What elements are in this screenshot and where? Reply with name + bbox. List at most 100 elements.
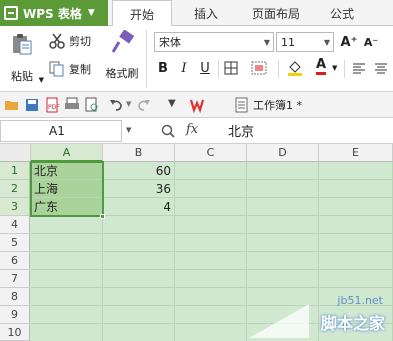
empty-cell[interactable] <box>247 216 319 234</box>
empty-cell[interactable] <box>103 288 175 306</box>
select-all-corner[interactable] <box>0 144 31 162</box>
grow-font-button[interactable]: A⁺ <box>340 32 358 52</box>
empty-cell[interactable] <box>319 162 393 180</box>
column-header-e[interactable]: E <box>319 144 393 162</box>
chevron-down-icon[interactable]: ▼ <box>126 126 131 134</box>
copy-button[interactable]: 复制 <box>48 60 91 78</box>
redo-icon[interactable] <box>136 97 152 113</box>
align-center-button[interactable] <box>372 58 390 78</box>
cell-b3[interactable]: 4 <box>103 198 175 216</box>
underline-button[interactable]: U <box>196 58 214 78</box>
save-icon[interactable] <box>24 97 40 113</box>
empty-cell[interactable] <box>31 216 103 234</box>
chevron-down-icon[interactable]: ▼ <box>332 64 337 72</box>
column-header-b[interactable]: B <box>103 144 175 162</box>
merge-cells-button[interactable] <box>250 58 268 78</box>
empty-cell[interactable] <box>175 252 247 270</box>
font-color-button[interactable]: A <box>312 56 330 76</box>
open-folder-icon[interactable] <box>4 97 20 113</box>
row-header-10[interactable]: 10 <box>0 324 30 341</box>
empty-cell[interactable] <box>103 216 175 234</box>
tab-formulas[interactable]: 公式 <box>318 0 366 26</box>
spreadsheet-grid[interactable]: A B C D E 1 2 3 4 5 6 7 8 9 10 北京 上海 广东 … <box>0 144 393 341</box>
wps-app-menu-button[interactable]: WPS 表格 ▼ <box>0 0 108 26</box>
empty-cell[interactable] <box>175 324 247 341</box>
cell-a1[interactable]: 北京 <box>31 162 103 180</box>
empty-cell[interactable] <box>175 270 247 288</box>
empty-cell[interactable] <box>31 306 103 324</box>
empty-cell[interactable] <box>247 252 319 270</box>
font-name-select[interactable]: 宋体 ▼ <box>154 32 274 52</box>
empty-cell[interactable] <box>175 162 247 180</box>
document-tab[interactable]: 工作簿1 * <box>235 95 302 115</box>
empty-cell[interactable] <box>103 270 175 288</box>
zoom-icon[interactable] <box>160 123 176 139</box>
qat-customize-icon[interactable]: ▼ <box>168 98 176 109</box>
undo-icon[interactable] <box>108 97 124 113</box>
column-header-d[interactable]: D <box>247 144 319 162</box>
column-header-c[interactable]: C <box>175 144 247 162</box>
paste-dropdown-icon[interactable]: ▼ <box>39 76 44 84</box>
row-header-5[interactable]: 5 <box>0 234 30 252</box>
cell-b2[interactable]: 36 <box>103 180 175 198</box>
empty-cell[interactable] <box>319 270 393 288</box>
export-pdf-icon[interactable]: PDF <box>44 97 60 113</box>
chevron-down-icon[interactable]: ▼ <box>126 100 131 108</box>
print-icon[interactable] <box>64 97 80 113</box>
italic-button[interactable]: I <box>175 58 193 78</box>
row-header-9[interactable]: 9 <box>0 306 30 324</box>
formula-input[interactable]: 北京 <box>228 121 254 140</box>
empty-cell[interactable] <box>247 162 319 180</box>
cell-a3[interactable]: 广东 <box>31 198 103 216</box>
empty-cell[interactable] <box>103 234 175 252</box>
align-left-button[interactable] <box>350 58 368 78</box>
paste-button[interactable]: 粘贴 ▼ <box>4 32 44 84</box>
empty-cell[interactable] <box>175 198 247 216</box>
format-painter-button[interactable]: 格式刷 <box>102 30 142 81</box>
empty-cell[interactable] <box>319 198 393 216</box>
row-header-4[interactable]: 4 <box>0 216 30 234</box>
empty-cell[interactable] <box>103 252 175 270</box>
name-box[interactable]: A1 <box>0 120 122 142</box>
font-size-select[interactable]: 11 ▼ <box>276 32 334 52</box>
row-header-3[interactable]: 3 <box>0 198 30 216</box>
empty-cell[interactable] <box>319 180 393 198</box>
shrink-font-button[interactable]: A⁻ <box>362 32 380 52</box>
fill-handle[interactable] <box>100 214 105 219</box>
borders-button[interactable] <box>222 58 240 78</box>
empty-cell[interactable] <box>31 288 103 306</box>
empty-cell[interactable] <box>319 216 393 234</box>
empty-cell[interactable] <box>175 216 247 234</box>
row-header-8[interactable]: 8 <box>0 288 30 306</box>
empty-cell[interactable] <box>175 234 247 252</box>
empty-cell[interactable] <box>31 324 103 341</box>
empty-cell[interactable] <box>247 234 319 252</box>
cut-button[interactable]: 剪切 <box>48 32 91 50</box>
empty-cell[interactable] <box>175 288 247 306</box>
empty-cell[interactable] <box>247 270 319 288</box>
empty-cell[interactable] <box>175 180 247 198</box>
bold-button[interactable]: B <box>154 58 172 78</box>
row-header-2[interactable]: 2 <box>0 180 30 198</box>
row-header-1[interactable]: 1 <box>0 162 30 180</box>
fill-color-button[interactable] <box>286 58 304 78</box>
empty-cell[interactable] <box>31 234 103 252</box>
row-header-6[interactable]: 6 <box>0 252 30 270</box>
empty-cell[interactable] <box>103 324 175 341</box>
wps-w-logo-icon[interactable] <box>190 97 210 113</box>
tab-home[interactable]: 开始 <box>112 0 172 27</box>
row-header-7[interactable]: 7 <box>0 270 30 288</box>
empty-cell[interactable] <box>31 270 103 288</box>
empty-cell[interactable] <box>319 252 393 270</box>
tab-insert[interactable]: 插入 <box>180 0 232 26</box>
empty-cell[interactable] <box>319 234 393 252</box>
empty-cell[interactable] <box>31 252 103 270</box>
tab-page-layout[interactable]: 页面布局 <box>240 0 312 26</box>
empty-cell[interactable] <box>175 306 247 324</box>
print-preview-icon[interactable] <box>84 97 100 113</box>
column-header-a[interactable]: A <box>31 144 103 162</box>
empty-cell[interactable] <box>247 180 319 198</box>
empty-cell[interactable] <box>247 198 319 216</box>
empty-cell[interactable] <box>103 306 175 324</box>
cell-a2[interactable]: 上海 <box>31 180 103 198</box>
